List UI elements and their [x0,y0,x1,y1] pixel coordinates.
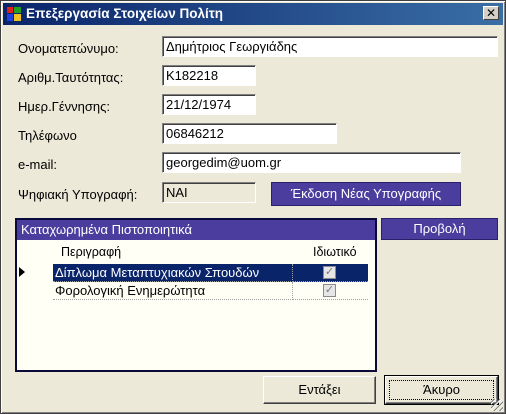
focus-rectangle [389,380,494,400]
fullname-label: Ονοματεπώνυμο: [18,41,119,56]
certificates-panel: Καταχωρημένα Πιστοποιητικά Περιγραφή Ιδι… [15,218,377,372]
row-description[interactable]: Δίπλωμα Μεταπτυχιακών Σπουδών [53,264,293,282]
column-header-description[interactable]: Περιγραφή [61,242,121,262]
id-number-field[interactable]: Κ182218 [162,65,256,86]
table-row[interactable]: Δίπλωμα Μεταπτυχιακών Σπουδών ✓ [17,264,369,282]
cancel-button[interactable]: Άκυρο [384,375,499,405]
fullname-field[interactable]: Δημήτριος Γεωργιάδης [162,36,498,57]
current-row-arrow-icon [19,267,25,277]
view-button[interactable]: Προβολή [381,218,498,240]
row-private-cell[interactable]: ✓ [293,282,368,300]
window-title: Επεξεργασία Στοιχείων Πολίτη [26,6,223,21]
email-field[interactable]: georgedim@uom.gr [162,152,461,173]
certificates-panel-title: Καταχωρημένα Πιστοποιητικά [17,220,375,240]
signature-label: Ψηφιακή Υπογραφή: [18,187,138,202]
table-row[interactable]: Φορολογική Ενημερώτητα ✓ [17,282,369,300]
row-description[interactable]: Φορολογική Ενημερώτητα [53,282,293,300]
row-private-cell[interactable]: ✓ [293,264,368,282]
phone-label: Τηλέφωνο [18,128,77,143]
phone-field[interactable]: 06846212 [162,123,337,144]
birthdate-field[interactable]: 21/12/1974 [162,94,256,115]
email-label: e-mail: [18,157,58,172]
column-header-private[interactable]: Ιδιωτικό [313,242,357,262]
ok-button-label: Εντάξει [298,382,341,397]
app-icon [7,7,21,21]
birthdate-label: Ημερ.Γέννησης: [18,99,110,114]
resize-grip-icon[interactable] [491,399,503,411]
private-checkbox[interactable]: ✓ [323,266,336,279]
id-number-label: Αριθμ.Ταυτότητας: [18,70,124,85]
title-bar[interactable]: Επεξεργασία Στοιχείων Πολίτη ✕ [3,3,503,25]
citizen-edit-dialog: Επεξεργασία Στοιχείων Πολίτη ✕ Ονοματεπώ… [0,0,506,414]
private-checkbox[interactable]: ✓ [323,284,336,297]
new-signature-button[interactable]: Έκδοση Νέας Υπογραφής [271,182,461,206]
close-button[interactable]: ✕ [483,6,499,20]
close-icon: ✕ [485,6,497,20]
ok-button[interactable]: Εντάξει [263,376,376,404]
signature-status-field: ΝΑΙ [162,182,256,203]
